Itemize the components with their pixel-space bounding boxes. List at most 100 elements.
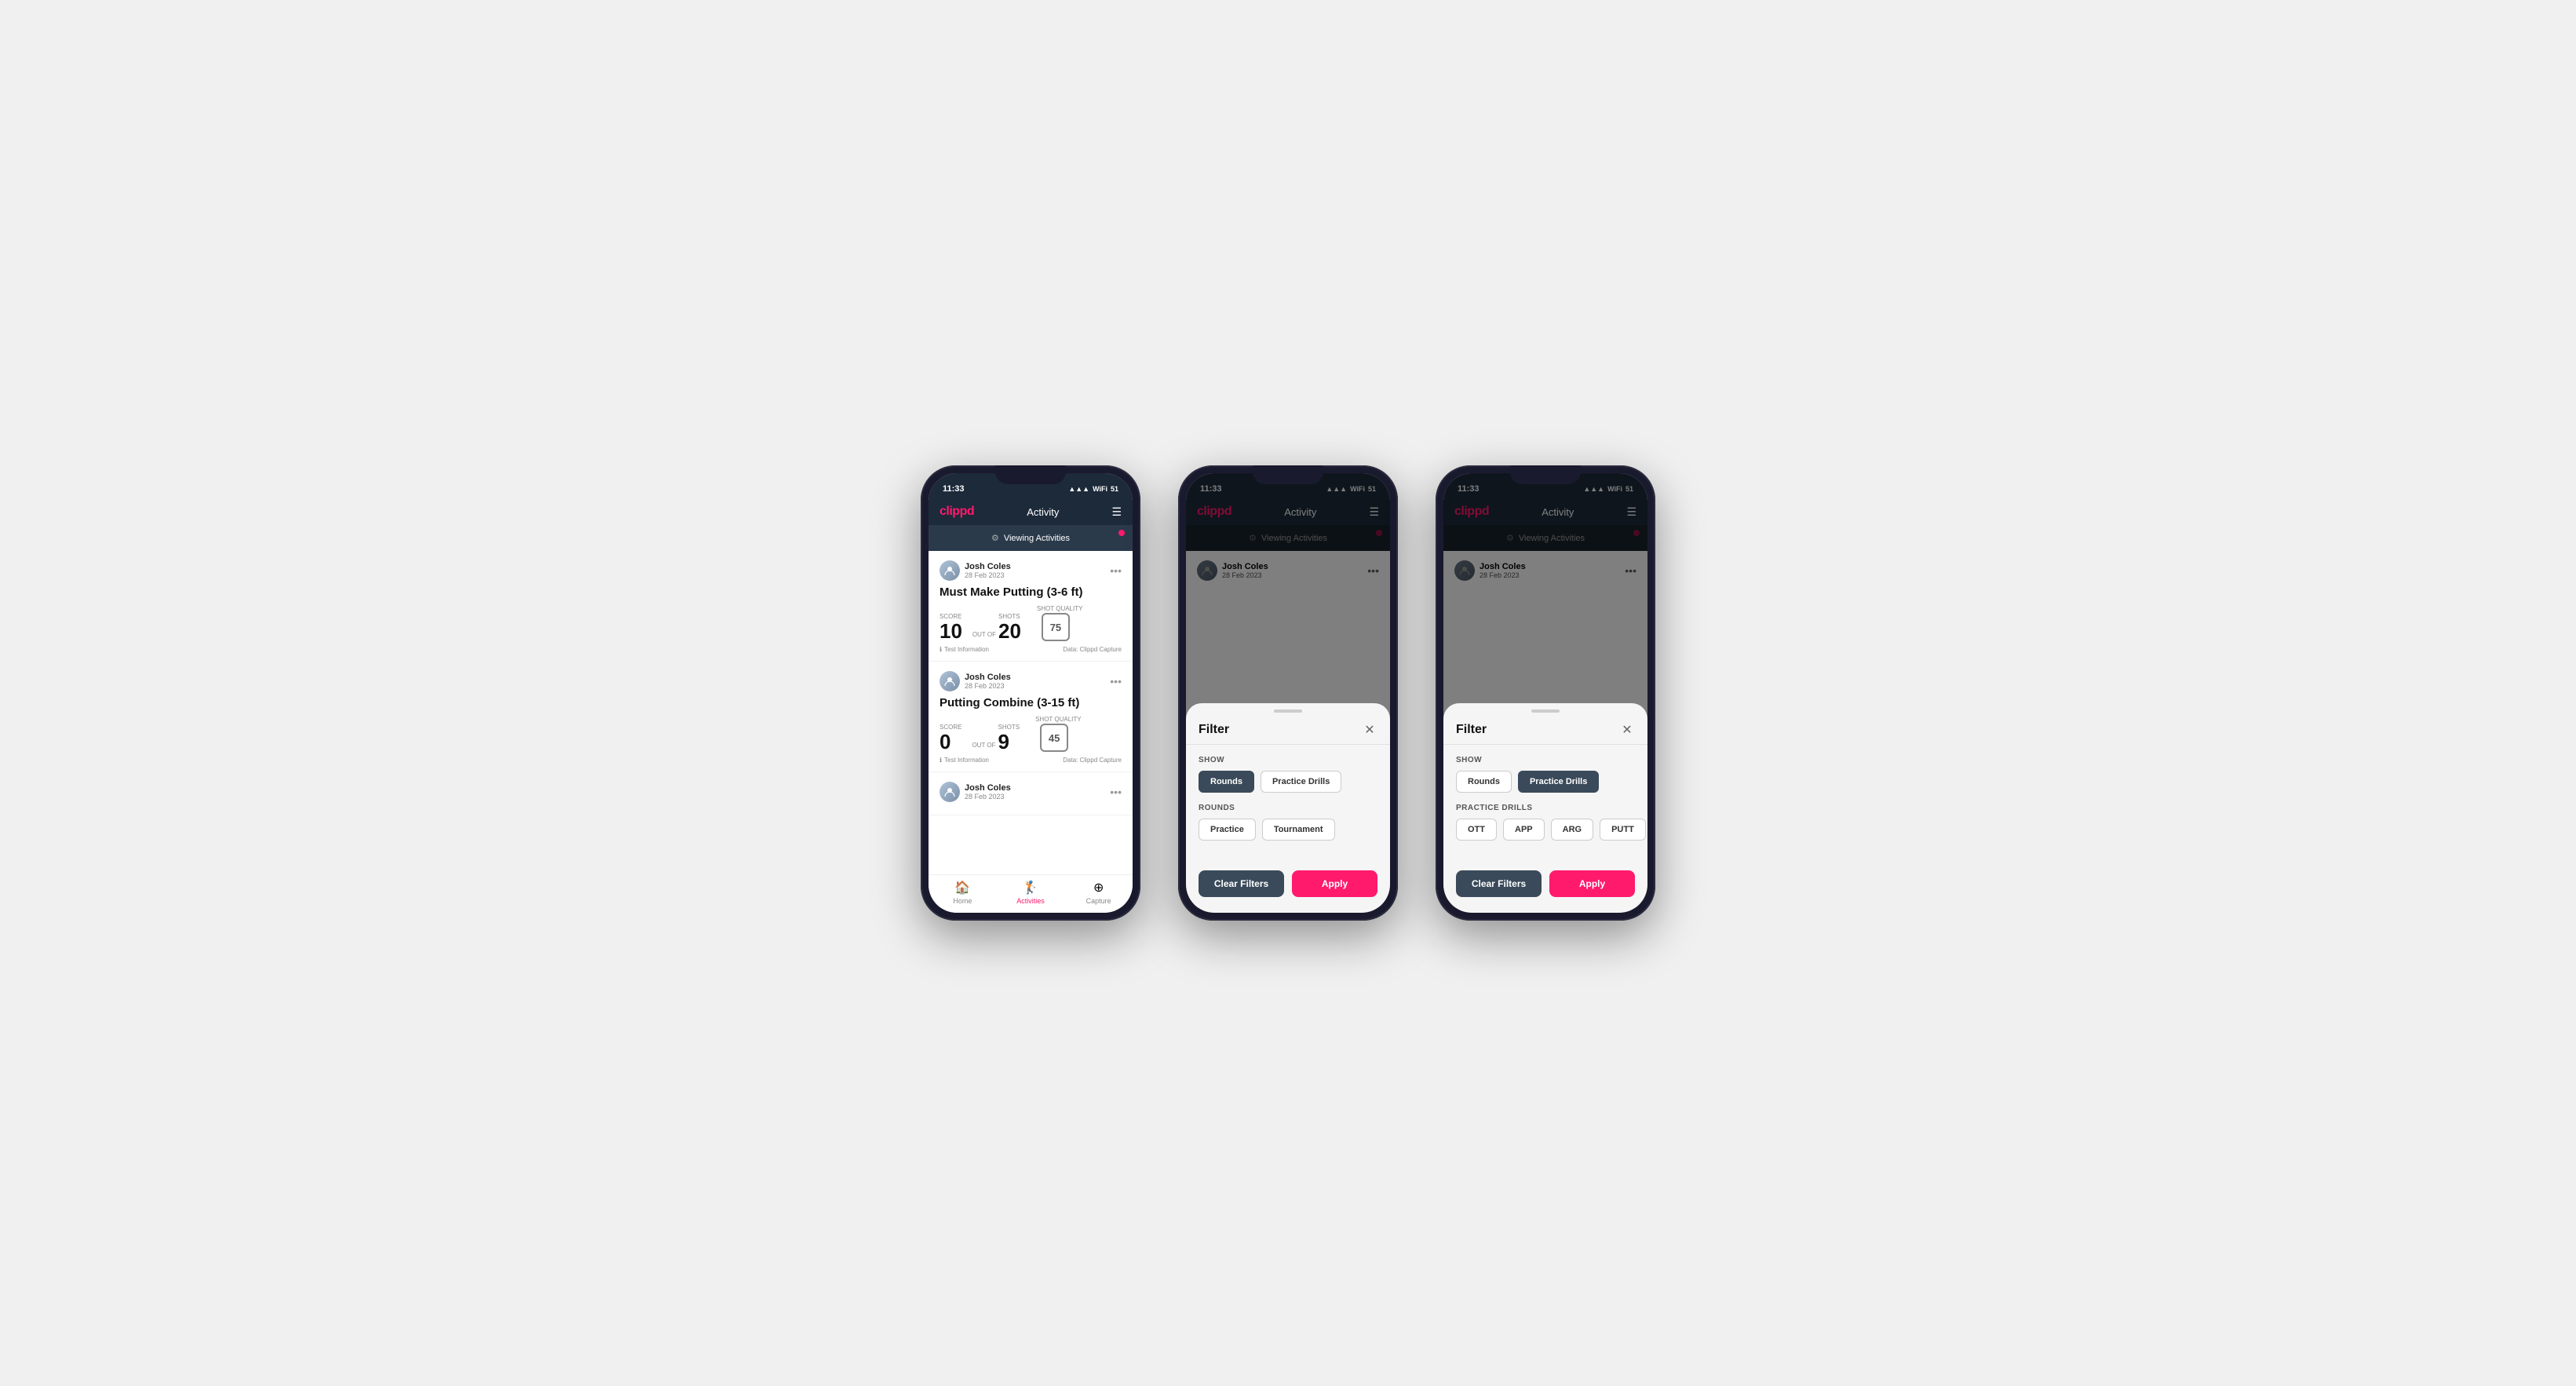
more-dots-1[interactable]: ••• xyxy=(1110,564,1122,577)
practice-btn-2[interactable]: Practice xyxy=(1199,819,1256,841)
rounds-btn-3[interactable]: Rounds xyxy=(1456,771,1512,793)
phone-1: 11:33 ▲▲▲ WiFi 51 clippd Activity ☰ ⚙ Vi… xyxy=(921,465,1140,921)
arg-btn-3[interactable]: ARG xyxy=(1551,819,1593,841)
status-time-1: 11:33 xyxy=(943,484,965,494)
filter-footer-2: Clear Filters Apply xyxy=(1186,863,1390,897)
avatar-2 xyxy=(940,671,960,691)
card-header-1: Josh Coles 28 Feb 2023 ••• xyxy=(940,560,1122,581)
practice-drills-btn-3[interactable]: Practice Drills xyxy=(1518,771,1599,793)
apply-btn-3[interactable]: Apply xyxy=(1549,870,1635,897)
out-of-1: OUT OF xyxy=(972,631,996,641)
tab-bar-1: 🏠 Home 🏌 Activities ⊕ Capture xyxy=(929,874,1133,913)
clear-filters-btn-3[interactable]: Clear Filters xyxy=(1456,870,1542,897)
tournament-btn-2[interactable]: Tournament xyxy=(1262,819,1335,841)
filter-icon-1: ⚙ xyxy=(991,533,999,543)
info-icon-2: ℹ xyxy=(940,757,942,764)
filter-close-3[interactable]: ✕ xyxy=(1619,722,1635,738)
tab-capture-1[interactable]: ⊕ Capture xyxy=(1064,880,1133,905)
phone-3-screen: 11:33 ▲▲▲ WiFi 51 clippd Activity ☰ ⚙ Vi… xyxy=(1443,473,1647,913)
score-value-1: 10 xyxy=(940,621,962,641)
user-info-1: Josh Coles 28 Feb 2023 xyxy=(940,560,1011,581)
activity-card-2: Josh Coles 28 Feb 2023 ••• Putting Combi… xyxy=(929,662,1133,772)
filter-title-3: Filter xyxy=(1456,723,1487,737)
avatar-3 xyxy=(940,782,960,802)
show-buttons-3: Rounds Practice Drills xyxy=(1456,771,1635,793)
shot-quality-badge-2: 45 xyxy=(1040,724,1068,752)
card-footer-1: ℹ Test Information Data: Clippd Capture xyxy=(940,646,1122,653)
shot-quality-label-1: Shot Quality xyxy=(1037,605,1083,612)
activity-card-1: Josh Coles 28 Feb 2023 ••• Must Make Put… xyxy=(929,551,1133,662)
tab-capture-label-1: Capture xyxy=(1086,897,1111,905)
status-icons-1: ▲▲▲ WiFi 51 xyxy=(1068,485,1118,493)
viewing-banner-1[interactable]: ⚙ Viewing Activities xyxy=(929,525,1133,551)
shot-quality-group-1: Shot Quality 75 xyxy=(1037,605,1083,641)
hamburger-icon-1[interactable]: ☰ xyxy=(1111,505,1122,519)
filter-close-2[interactable]: ✕ xyxy=(1362,722,1377,738)
score-group-2: Score 0 xyxy=(940,724,961,752)
user-date-3: 28 Feb 2023 xyxy=(965,793,1011,801)
filter-body-3: Show Rounds Practice Drills Practice Dri… xyxy=(1443,745,1647,863)
shot-quality-label-2: Shot Quality xyxy=(1035,716,1082,723)
practice-drills-buttons-3: OTT APP ARG PUTT xyxy=(1456,819,1635,841)
card-footer-2: ℹ Test Information Data: Clippd Capture xyxy=(940,757,1122,764)
data-source-2: Data: Clippd Capture xyxy=(1063,757,1122,764)
avatar-1 xyxy=(940,560,960,581)
card-header-2: Josh Coles 28 Feb 2023 ••• xyxy=(940,671,1122,691)
shot-quality-group-2: Shot Quality 45 xyxy=(1035,716,1082,752)
user-info-2: Josh Coles 28 Feb 2023 xyxy=(940,671,1011,691)
filter-sheet-3: Filter ✕ Show Rounds Practice Drills Pra… xyxy=(1443,703,1647,913)
activities-icon-1: 🏌 xyxy=(1023,880,1038,895)
nav-title-1: Activity xyxy=(1027,506,1059,518)
test-info-2: ℹ Test Information xyxy=(940,757,989,764)
phones-container: 11:33 ▲▲▲ WiFi 51 clippd Activity ☰ ⚙ Vi… xyxy=(921,465,1655,921)
app-btn-3[interactable]: APP xyxy=(1503,819,1545,841)
ott-btn-3[interactable]: OTT xyxy=(1456,819,1497,841)
banner-dot-1 xyxy=(1118,530,1125,536)
info-icon-1: ℹ xyxy=(940,646,942,653)
practice-drills-btn-2[interactable]: Practice Drills xyxy=(1261,771,1341,793)
phone-notch-3 xyxy=(1510,465,1581,484)
filter-footer-3: Clear Filters Apply xyxy=(1443,863,1647,897)
home-icon-1: 🏠 xyxy=(954,880,970,895)
data-source-1: Data: Clippd Capture xyxy=(1063,646,1122,653)
logo-1: clippd xyxy=(940,505,974,519)
tab-home-label-1: Home xyxy=(953,897,972,905)
tab-activities-1[interactable]: 🏌 Activities xyxy=(997,880,1065,905)
tab-activities-label-1: Activities xyxy=(1016,897,1045,905)
user-info-3: Josh Coles 28 Feb 2023 xyxy=(940,782,1011,802)
out-of-2: OUT OF xyxy=(972,742,995,752)
practice-drills-section-label-3: Practice Drills xyxy=(1456,804,1635,812)
user-date-1: 28 Feb 2023 xyxy=(965,571,1011,579)
nav-bar-1: clippd Activity ☰ xyxy=(929,498,1133,525)
stats-row-2: Score 0 OUT OF Shots 9 Shot Quality 45 xyxy=(940,716,1122,752)
tab-home-1[interactable]: 🏠 Home xyxy=(929,880,997,905)
score-group-1: Score 10 xyxy=(940,613,962,641)
score-value-2: 0 xyxy=(940,731,961,752)
card-header-3: Josh Coles 28 Feb 2023 ••• xyxy=(940,782,1122,802)
more-dots-2[interactable]: ••• xyxy=(1110,675,1122,688)
viewing-banner-text-1: Viewing Activities xyxy=(1004,534,1070,543)
shots-value-2: 9 xyxy=(998,731,1020,752)
shots-group-1: Shots 20 xyxy=(998,613,1021,641)
filter-header-3: Filter ✕ xyxy=(1443,713,1647,745)
more-dots-3[interactable]: ••• xyxy=(1110,786,1122,798)
putt-btn-3[interactable]: PUTT xyxy=(1600,819,1646,841)
activity-list-1: Josh Coles 28 Feb 2023 ••• Must Make Put… xyxy=(929,551,1133,874)
phone-1-screen: 11:33 ▲▲▲ WiFi 51 clippd Activity ☰ ⚙ Vi… xyxy=(929,473,1133,913)
apply-btn-2[interactable]: Apply xyxy=(1292,870,1377,897)
activity-title-1: Must Make Putting (3-6 ft) xyxy=(940,585,1122,599)
shots-value-1: 20 xyxy=(998,621,1021,641)
user-name-3: Josh Coles xyxy=(965,783,1011,793)
filter-header-2: Filter ✕ xyxy=(1186,713,1390,745)
rounds-section-label-2: Rounds xyxy=(1199,804,1377,812)
signal-icon-1: ▲▲▲ xyxy=(1068,485,1089,493)
phone-3: 11:33 ▲▲▲ WiFi 51 clippd Activity ☰ ⚙ Vi… xyxy=(1436,465,1655,921)
show-label-3: Show xyxy=(1456,756,1635,764)
filter-body-2: Show Rounds Practice Drills Rounds Pract… xyxy=(1186,745,1390,863)
rounds-btn-2[interactable]: Rounds xyxy=(1199,771,1254,793)
clear-filters-btn-2[interactable]: Clear Filters xyxy=(1199,870,1284,897)
filter-sheet-2: Filter ✕ Show Rounds Practice Drills Rou… xyxy=(1186,703,1390,913)
activity-title-2: Putting Combine (3-15 ft) xyxy=(940,696,1122,709)
phone-2-screen: 11:33 ▲▲▲ WiFi 51 clippd Activity ☰ ⚙ Vi… xyxy=(1186,473,1390,913)
rounds-buttons-2: Practice Tournament xyxy=(1199,819,1377,841)
